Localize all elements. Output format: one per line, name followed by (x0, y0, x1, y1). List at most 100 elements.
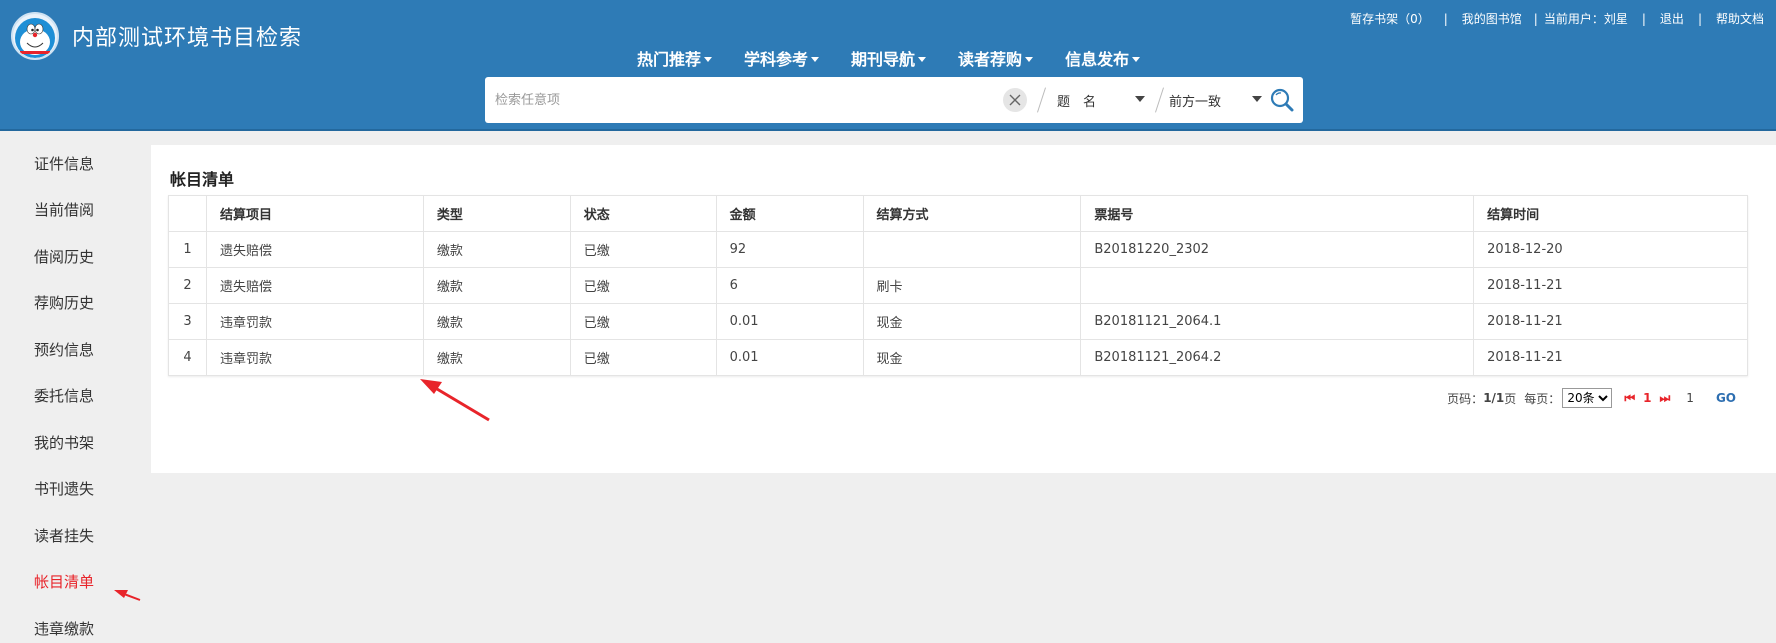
cell-method: 刷卡 (862, 267, 1082, 304)
sidebar-item-borrow-history[interactable]: 借阅历史 (34, 246, 94, 267)
sidebar-item-entrust-info[interactable]: 委托信息 (34, 385, 94, 406)
separator: | (1641, 11, 1646, 26)
current-page-link[interactable]: 1 (1643, 391, 1651, 405)
caret-down-icon (1025, 56, 1034, 62)
cell-item: 违章罚款 (205, 339, 424, 376)
col-header-time: 结算时间 (1473, 195, 1748, 232)
page-label: 页码： (1447, 391, 1484, 406)
caret-down-icon (811, 56, 820, 62)
cell-amount: 0.01 (715, 339, 864, 376)
nav-reader-recommend[interactable]: 读者荐购 (958, 46, 1034, 70)
cell-type: 缴款 (422, 339, 571, 376)
per-page-select[interactable]: 20条 (1562, 388, 1613, 408)
cell-status: 已缴 (569, 303, 717, 340)
main-nav: 热门推荐 学科参考 期刊导航 读者荐购 信息发布 (637, 46, 1172, 70)
table-row: 2 遗失赔偿 缴款 已缴 6 刷卡 2018-11-21 (168, 267, 1748, 304)
nav-info-release[interactable]: 信息发布 (1065, 46, 1141, 70)
table-row: 1 遗失赔偿 缴款 已缴 92 B20181220_2302 2018-12-2… (168, 231, 1748, 268)
cell-status: 已缴 (569, 267, 717, 304)
go-button[interactable]: GO (1716, 391, 1736, 405)
dropdown-arrow-icon (1135, 96, 1145, 102)
col-header-index (168, 195, 207, 232)
cell-receipt: B20181220_2302 (1080, 231, 1475, 268)
cell-status: 已缴 (569, 339, 717, 376)
pagination: 页码： 1/1 页 每页： 20条 ⏮ 1 ⏭ 1 GO (1447, 388, 1736, 408)
cell-type: 缴款 (422, 231, 571, 268)
search-icon[interactable] (1269, 87, 1295, 113)
account-list-panel: 帐目清单 结算项目 类型 状态 金额 结算方式 票据号 结算时间 1 遗失赔偿 … (151, 145, 1776, 473)
separator: | (1443, 11, 1448, 26)
search-match-select[interactable]: 前方一致 (1169, 77, 1265, 123)
logout-link[interactable]: 退出 (1660, 10, 1684, 27)
help-link[interactable]: 帮助文档 (1716, 10, 1764, 27)
col-header-status: 状态 (569, 195, 717, 232)
cell-status: 已缴 (569, 231, 717, 268)
cell-method (862, 231, 1082, 268)
last-page-icon[interactable]: ⏭ (1659, 391, 1670, 406)
cell-time: 2018-11-21 (1473, 303, 1748, 340)
divider (1037, 87, 1046, 113)
temp-shelf-link[interactable]: 暂存书架（0） (1350, 10, 1430, 27)
current-user-name[interactable]: 刘星 (1604, 10, 1628, 27)
search-bar: 题 名 前方一致 (485, 77, 1303, 123)
cell-amount: 92 (715, 231, 864, 268)
cell-index: 3 (168, 303, 207, 340)
site-title: 内部测试环境书目检索 (72, 26, 303, 51)
col-header-receipt: 票据号 (1080, 195, 1475, 232)
cell-receipt: B20181121_2064.2 (1080, 339, 1475, 376)
nav-subject-reference[interactable]: 学科参考 (744, 46, 820, 70)
cell-amount: 0.01 (715, 303, 864, 340)
sidebar-item-violation-payment[interactable]: 违章缴款 (34, 618, 94, 639)
cell-amount: 6 (715, 267, 864, 304)
search-field-select[interactable]: 题 名 (1057, 77, 1157, 123)
col-header-type: 类型 (422, 195, 571, 232)
per-page-label: 每页： (1524, 391, 1561, 406)
separator: | (1697, 11, 1702, 26)
nav-journal-guide[interactable]: 期刊导航 (851, 46, 927, 70)
sidebar-item-recommend-history[interactable]: 荐购历史 (34, 292, 94, 313)
col-header-amount: 金额 (715, 195, 864, 232)
cell-type: 缴款 (422, 303, 571, 340)
cell-method: 现金 (862, 339, 1082, 376)
sidebar-item-my-bookshelf[interactable]: 我的书架 (34, 432, 94, 453)
cell-time: 2018-11-21 (1473, 267, 1748, 304)
table-row: 4 违章罚款 缴款 已缴 0.01 现金 B20181121_2064.2 20… (168, 339, 1748, 376)
my-library-link[interactable]: 我的图书馆 (1462, 10, 1522, 27)
sidebar-item-current-borrow[interactable]: 当前借阅 (34, 199, 94, 220)
cell-time: 2018-12-20 (1473, 231, 1748, 268)
caret-down-icon (1132, 56, 1141, 62)
cell-method: 现金 (862, 303, 1082, 340)
dropdown-arrow-icon (1252, 96, 1262, 102)
sidebar: 证件信息 当前借阅 借阅历史 荐购历史 预约信息 委托信息 我的书架 书刊遗失 … (0, 133, 140, 643)
page-title: 帐目清单 (170, 170, 235, 189)
col-header-item: 结算项目 (205, 195, 424, 232)
cell-item: 遗失赔偿 (205, 267, 424, 304)
page-jump-input[interactable]: 1 (1686, 391, 1694, 405)
sidebar-item-reservation-info[interactable]: 预约信息 (34, 339, 94, 360)
table-row: 3 违章罚款 缴款 已缴 0.01 现金 B20181121_2064.1 20… (168, 303, 1748, 340)
sidebar-item-book-lost[interactable]: 书刊遗失 (34, 478, 94, 499)
cell-receipt (1080, 267, 1475, 304)
clear-search-icon[interactable] (1003, 88, 1027, 112)
caret-down-icon (918, 56, 927, 62)
header-bar: 内部测试环境书目检索 暂存书架（0） | 我的图书馆 | 当前用户： 刘星 | … (0, 0, 1776, 131)
cell-index: 2 (168, 267, 207, 304)
cell-index: 4 (168, 339, 207, 376)
cell-time: 2018-11-21 (1473, 339, 1748, 376)
account-table: 结算项目 类型 状态 金额 结算方式 票据号 结算时间 1 遗失赔偿 缴款 已缴… (168, 195, 1748, 376)
separator: | (1533, 11, 1538, 26)
search-input[interactable] (485, 77, 995, 123)
page-value: 1/1 (1483, 391, 1505, 405)
cell-index: 1 (168, 231, 207, 268)
sidebar-item-account-list[interactable]: 帐目清单 (34, 571, 94, 592)
doraemon-logo-icon[interactable] (11, 12, 59, 60)
cell-item: 遗失赔偿 (205, 231, 424, 268)
cell-receipt: B20181121_2064.1 (1080, 303, 1475, 340)
cell-item: 违章罚款 (205, 303, 424, 340)
first-page-icon[interactable]: ⏮ (1624, 391, 1635, 406)
nav-hot-recommend[interactable]: 热门推荐 (637, 46, 713, 70)
top-links: 暂存书架（0） | 我的图书馆 | 当前用户： 刘星 | 退出 | 帮助文档 (1350, 10, 1764, 27)
sidebar-item-certificate-info[interactable]: 证件信息 (34, 153, 94, 174)
col-header-method: 结算方式 (862, 195, 1082, 232)
sidebar-item-reader-report-loss[interactable]: 读者挂失 (34, 525, 94, 546)
